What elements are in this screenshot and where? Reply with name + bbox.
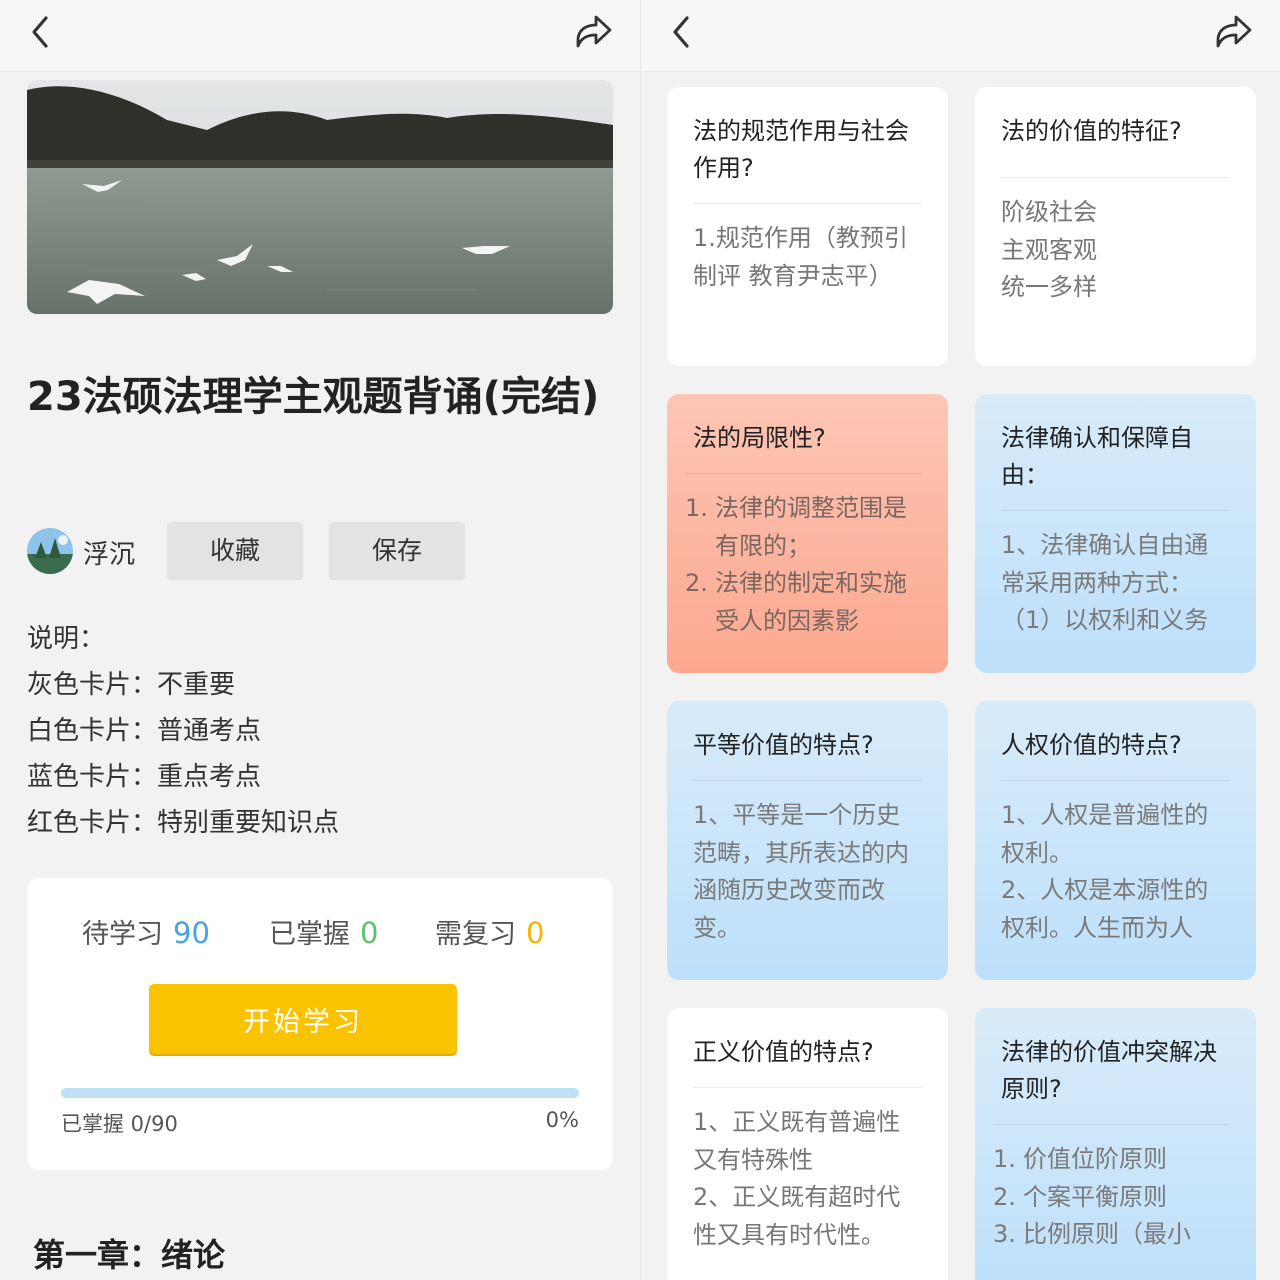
- card-question: 法律的价值冲突解决原则?: [1001, 1038, 1217, 1103]
- description-heading: 说明：: [27, 624, 106, 654]
- flash-card[interactable]: 法律确认和保障自由： 1、法律确认自由通常采用两种方式：（1）以权利和义务: [975, 394, 1256, 673]
- flash-card[interactable]: 法的规范作用与社会作用? 1.规范作用（教预引制评 教育尹志平）: [667, 87, 948, 366]
- flash-card[interactable]: 法的价值的特征? 阶级社会 主观客观 统一多样: [975, 87, 1256, 366]
- stat-mastered: 已掌握 0: [269, 912, 378, 951]
- card-question: 法的价值的特征?: [1001, 117, 1182, 145]
- stat-pending-label: 待学习: [82, 919, 163, 950]
- top-bar: [641, 0, 1280, 72]
- card-list-item: 1. 法律的调整范围是有限的；: [685, 494, 907, 560]
- flash-card[interactable]: 人权价值的特点? 1、人权是普遍性的权利。 2、人权是本源性的权利。人生而为人: [975, 701, 1256, 980]
- card-question: 正义价值的特点?: [693, 1038, 874, 1066]
- card-question: 法的局限性?: [693, 424, 826, 452]
- share-icon[interactable]: [574, 10, 614, 54]
- stat-pending: 待学习 90: [82, 912, 210, 951]
- description-line: 白色卡片：普通考点: [27, 716, 262, 746]
- stat-review-label: 需复习: [435, 919, 516, 950]
- chapter-heading: 第一章：绪论: [33, 1236, 226, 1274]
- save-button[interactable]: 保存: [329, 522, 465, 580]
- stat-mastered-label: 已掌握: [269, 919, 350, 950]
- card-question: 法的规范作用与社会作用?: [693, 117, 909, 182]
- progress-percent: 0%: [545, 1108, 579, 1132]
- flash-card[interactable]: 正义价值的特点? 1、正义既有普遍性又有特殊性 2、正义既有超时代性又具有时代性…: [667, 1008, 948, 1280]
- card-question: 平等价值的特点?: [693, 731, 874, 759]
- cover-image: [27, 80, 613, 314]
- flash-card[interactable]: 平等价值的特点? 1、平等是一个历史范畴，其所表达的内涵随历史改变而改变。: [667, 701, 948, 980]
- study-stats-card: 待学习 90 已掌握 0 需复习 0 开始学习 已掌握 0/90 0%: [27, 878, 613, 1170]
- start-study-button[interactable]: 开始学习: [149, 984, 457, 1054]
- card-list-item: 3. 比例原则（最小: [993, 1220, 1191, 1248]
- flash-card[interactable]: 法律的价值冲突解决原则? 1. 价值位阶原则 2. 个案平衡原则 3. 比例原则（最小: [975, 1008, 1256, 1280]
- back-arrow-icon[interactable]: [24, 12, 60, 52]
- card-question: 法律确认和保障自由：: [1001, 424, 1193, 489]
- card-list-item: 2. 个案平衡原则: [993, 1182, 1167, 1211]
- collect-button[interactable]: 收藏: [167, 522, 303, 580]
- stat-review: 需复习 0: [435, 912, 544, 951]
- card-answer-preview: 1、人权是普遍性的权利。 2、人权是本源性的权利。人生而为人: [1001, 801, 1209, 942]
- description-line: 蓝色卡片：重点考点: [27, 762, 262, 792]
- progress-label: 已掌握 0/90: [61, 1112, 178, 1136]
- card-answer-list: 1. 法律的调整范围是有限的； 2. 法律的制定和实施受人的因素影: [685, 474, 922, 640]
- stat-pending-value: 90: [173, 916, 210, 950]
- deck-detail-screen: 23法硕法理学主观题背诵(完结) 浮沉 收藏 保存 说明： 灰色卡片：不重要 白…: [0, 0, 640, 1280]
- card-question: 人权价值的特点?: [1001, 731, 1182, 759]
- description-line: 红色卡片：特别重要知识点: [27, 808, 340, 838]
- back-arrow-icon[interactable]: [665, 12, 701, 52]
- author-name[interactable]: 浮沉: [83, 534, 135, 571]
- top-bar: [0, 0, 640, 72]
- author-row: 浮沉 收藏 保存: [27, 522, 607, 580]
- share-icon[interactable]: [1214, 10, 1254, 54]
- description: 说明： 灰色卡片：不重要 白色卡片：普通考点 蓝色卡片：重点考点 红色卡片：特别…: [27, 616, 607, 846]
- card-answer-preview: 阶级社会 主观客观 统一多样: [1001, 198, 1097, 301]
- card-answer-preview: 1、平等是一个历史范畴，其所表达的内涵随历史改变而改变。: [693, 801, 909, 942]
- progress-bar: [61, 1088, 579, 1098]
- flash-card[interactable]: 法的局限性? 1. 法律的调整范围是有限的； 2. 法律的制定和实施受人的因素影: [667, 394, 948, 673]
- stat-review-value: 0: [526, 916, 545, 950]
- deck-title: 23法硕法理学主观题背诵(完结): [27, 374, 600, 420]
- card-list-screen: 法的规范作用与社会作用? 1.规范作用（教预引制评 教育尹志平） 法的价值的特征…: [640, 0, 1280, 1280]
- stat-mastered-value: 0: [360, 916, 379, 950]
- card-answer-preview: 1.规范作用（教预引制评 教育尹志平）: [693, 224, 908, 290]
- card-list-item: 1. 价值位阶原则: [993, 1145, 1167, 1173]
- card-list-item: 2. 法律的制定和实施受人的因素影: [685, 569, 907, 635]
- card-answer-preview: 1、法律确认自由通常采用两种方式：（1）以权利和义务: [1001, 531, 1209, 634]
- card-answer-preview: 1、正义既有普遍性又有特殊性 2、正义既有超时代性又具有时代性。: [693, 1108, 901, 1249]
- avatar[interactable]: [27, 528, 73, 574]
- description-line: 灰色卡片：不重要: [27, 670, 236, 700]
- card-answer-list: 1. 价值位阶原则 2. 个案平衡原则 3. 比例原则（最小: [993, 1125, 1230, 1254]
